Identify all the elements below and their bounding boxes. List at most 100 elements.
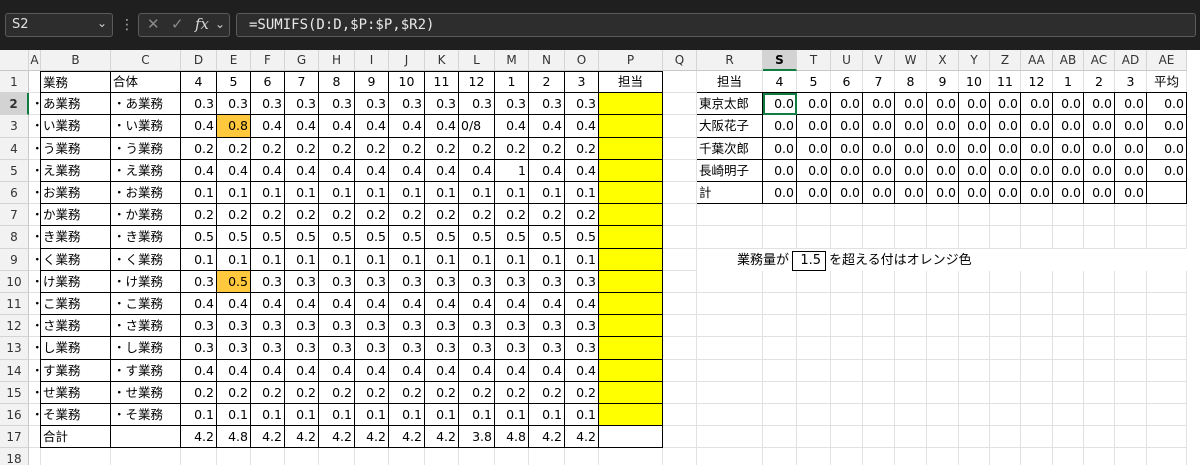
value-cell[interactable]: 0.4 <box>495 293 529 316</box>
value-cell[interactable]: 0.4 <box>529 115 565 138</box>
value-cell[interactable]: 0.2 <box>565 381 599 404</box>
row-header-17[interactable]: 17 <box>0 426 29 449</box>
cell[interactable] <box>1021 381 1053 404</box>
summary-value-cell[interactable]: 0.0 <box>990 182 1021 205</box>
header-cell[interactable]: 合体 <box>111 71 181 94</box>
value-cell[interactable]: 0.3 <box>251 270 285 293</box>
cell[interactable] <box>697 204 763 227</box>
cell[interactable] <box>863 337 895 360</box>
assignee-cell[interactable] <box>599 93 663 116</box>
summary-header-cell[interactable]: 担当 <box>697 71 763 94</box>
header-cell[interactable]: 10 <box>389 71 425 94</box>
row-header-2[interactable]: 2 <box>0 93 29 116</box>
value-cell[interactable]: 0.1 <box>459 182 495 205</box>
cell[interactable] <box>797 315 831 338</box>
cell[interactable] <box>1084 359 1115 382</box>
cell[interactable] <box>797 337 831 360</box>
cell[interactable] <box>763 270 797 293</box>
value-cell[interactable]: 0.4 <box>217 159 251 182</box>
summary-value-cell[interactable]: 0.0 <box>1084 182 1115 205</box>
cell[interactable] <box>663 71 697 94</box>
summary-value-cell[interactable]: 0.0 <box>763 93 797 116</box>
cell[interactable] <box>1115 381 1147 404</box>
summary-value-cell[interactable]: 0.0 <box>990 159 1021 182</box>
value-cell[interactable]: 0.4 <box>459 359 495 382</box>
value-cell[interactable]: 0.5 <box>495 226 529 249</box>
value-cell[interactable]: 0.1 <box>355 248 389 271</box>
row-header-10[interactable]: 10 <box>0 270 29 293</box>
cell[interactable] <box>1147 315 1187 338</box>
cell[interactable] <box>831 293 863 316</box>
value-cell[interactable]: 0.3 <box>529 93 565 116</box>
value-cell[interactable]: 0.2 <box>319 204 355 227</box>
column-header-Y[interactable]: Y <box>959 50 990 71</box>
total-value-cell[interactable]: 4.2 <box>251 426 285 449</box>
summary-value-cell[interactable]: 0.0 <box>763 137 797 160</box>
summary-header-cell[interactable]: 2 <box>1084 71 1115 94</box>
value-cell[interactable]: 0.4 <box>217 293 251 316</box>
cell[interactable] <box>797 359 831 382</box>
column-header-A[interactable]: A <box>29 50 41 71</box>
cell[interactable] <box>763 359 797 382</box>
column-header-I[interactable]: I <box>355 50 389 71</box>
cell[interactable] <box>990 293 1021 316</box>
cell[interactable] <box>797 381 831 404</box>
assignee-cell[interactable] <box>599 182 663 205</box>
value-cell[interactable]: 0.2 <box>389 137 425 160</box>
column-header-AD[interactable]: AD <box>1115 50 1147 71</box>
cell[interactable] <box>797 293 831 316</box>
cell[interactable] <box>697 359 763 382</box>
value-cell[interactable]: 0.4 <box>355 115 389 138</box>
column-header-Q[interactable]: Q <box>663 50 697 71</box>
cell[interactable] <box>697 293 763 316</box>
summary-value-cell[interactable]: 0.0 <box>1147 115 1187 138</box>
value-cell[interactable]: 0.3 <box>319 337 355 360</box>
cell[interactable] <box>1084 448 1115 465</box>
cell[interactable] <box>663 182 697 205</box>
cell[interactable] <box>959 359 990 382</box>
cell[interactable] <box>1021 315 1053 338</box>
header-cell[interactable]: 11 <box>425 71 459 94</box>
cell[interactable] <box>895 226 927 249</box>
summary-value-cell[interactable]: 0.0 <box>1147 93 1187 116</box>
value-cell[interactable]: 0.2 <box>355 137 389 160</box>
cell[interactable] <box>1115 315 1147 338</box>
summary-header-cell[interactable]: 1 <box>1053 71 1084 94</box>
value-cell[interactable]: 0.4 <box>355 159 389 182</box>
value-cell[interactable]: 0.3 <box>251 315 285 338</box>
assignee-cell[interactable] <box>599 159 663 182</box>
value-cell[interactable]: 0.2 <box>181 381 217 404</box>
cell[interactable] <box>927 270 959 293</box>
cell[interactable] <box>663 426 697 449</box>
cell[interactable] <box>599 448 663 465</box>
cell[interactable] <box>763 337 797 360</box>
value-cell[interactable]: 0.4 <box>319 115 355 138</box>
value-cell[interactable]: 0.3 <box>181 270 217 293</box>
cell[interactable] <box>1053 359 1084 382</box>
total-value-cell[interactable]: 4.2 <box>285 426 319 449</box>
cell[interactable] <box>111 448 181 465</box>
cell[interactable] <box>990 404 1021 427</box>
cell[interactable] <box>863 404 895 427</box>
summary-value-cell[interactable]: 0.0 <box>1084 137 1115 160</box>
cell[interactable] <box>990 270 1021 293</box>
value-cell[interactable]: 0.4 <box>425 115 459 138</box>
cell[interactable] <box>1021 404 1053 427</box>
assignee-cell[interactable] <box>599 204 663 227</box>
column-header-P[interactable]: P <box>599 50 663 71</box>
value-cell[interactable]: 0.4 <box>565 115 599 138</box>
summary-value-cell[interactable]: 0.0 <box>1084 93 1115 116</box>
task-name-cell[interactable]: う業務 <box>41 137 111 160</box>
cell[interactable] <box>927 426 959 449</box>
cell[interactable] <box>1084 204 1115 227</box>
value-cell[interactable]: 0.2 <box>319 381 355 404</box>
spreadsheet-grid[interactable]: A B C D E F G H I J K L M N O P Q R S T U V W X Y Z AA AB AC AD AE 1 2 3 4… <box>0 50 1200 465</box>
header-cell[interactable]: 12 <box>459 71 495 94</box>
cell[interactable] <box>1147 381 1187 404</box>
assignee-cell[interactable] <box>599 404 663 427</box>
value-cell[interactable]: 0.2 <box>495 137 529 160</box>
cell[interactable] <box>1053 315 1084 338</box>
value-cell[interactable]: 0.2 <box>389 204 425 227</box>
header-cell[interactable]: 3 <box>565 71 599 94</box>
cell[interactable] <box>863 315 895 338</box>
